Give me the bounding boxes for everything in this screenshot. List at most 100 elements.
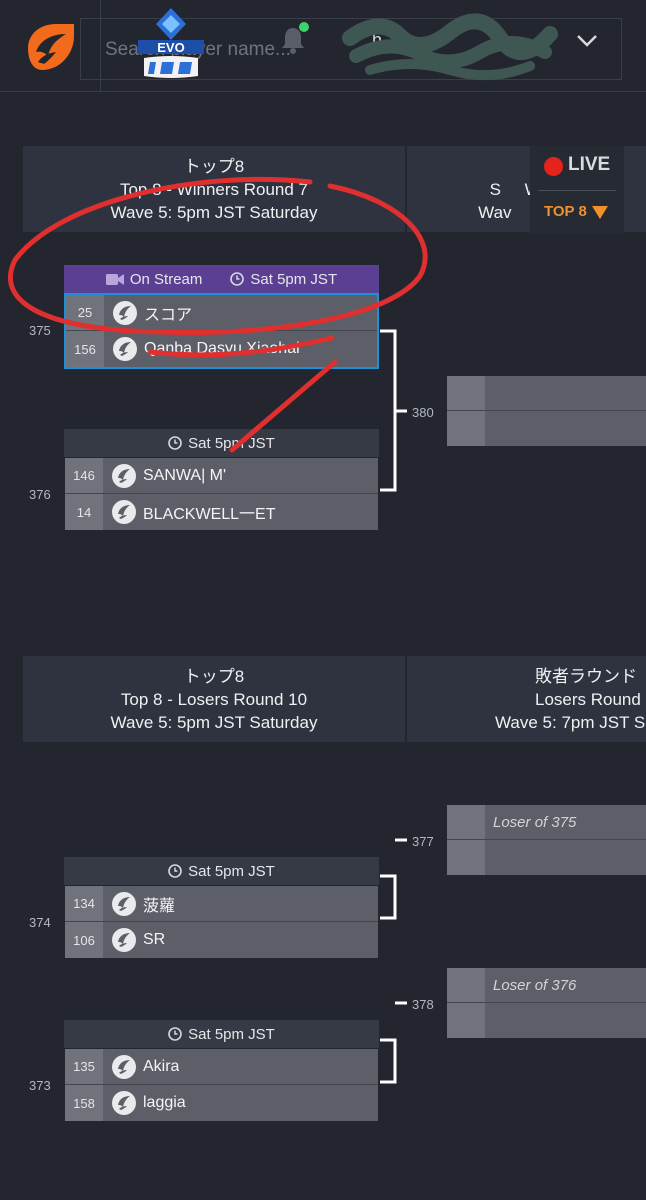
round-header-title: Top 8 - Losers Round 10 [120, 690, 308, 709]
round-header-wave: Wave 5: 5pm JST Saturday [110, 203, 318, 222]
next-slot[interactable] [447, 1003, 646, 1038]
match-card[interactable]: Sat 5pm JST 135 Akira 158 laggia [64, 1020, 379, 1122]
match-card[interactable]: Sat 5pm JST 146 SANWA| M' 14 BLACKWELL一E… [64, 429, 379, 531]
set-number: 378 [412, 997, 434, 1012]
next-slot-label: Loser of 376 [493, 976, 577, 994]
player-seed: 134 [65, 886, 103, 921]
player-name: スコア [144, 306, 193, 324]
player-slot[interactable]: 14 BLACKWELL一ET [65, 494, 378, 530]
next-slot[interactable] [447, 376, 646, 411]
player-seed: 14 [65, 494, 103, 530]
player-slot[interactable]: 146 SANWA| M' [65, 458, 378, 494]
next-seed [447, 411, 485, 446]
next-slot-label: Loser of 375 [493, 813, 577, 831]
next-seed [447, 840, 485, 875]
set-number: 374 [29, 915, 51, 930]
svg-text:EVO: EVO [157, 40, 184, 55]
next-seed [447, 1003, 485, 1038]
video-camera-icon [105, 273, 124, 285]
redacted-scribble [342, 13, 558, 81]
set-number: 377 [412, 834, 434, 849]
round-header-jp: 敗者ラウンド [535, 667, 637, 686]
player-slot[interactable]: 106 SR [65, 922, 378, 958]
clock-icon [230, 272, 245, 286]
player-avatar-icon [112, 928, 136, 952]
next-seed [447, 376, 485, 410]
next-slot[interactable]: Loser of 376 [447, 968, 646, 1003]
set-number: 380 [412, 405, 434, 420]
notification-dot [299, 22, 309, 32]
round-header-wave: Wave 5: 5pm JST Saturday [110, 713, 318, 732]
evo-japan-logo-icon[interactable]: EVO [134, 4, 208, 84]
match-slots[interactable]: 146 SANWA| M' 14 BLACKWELL一ET [64, 457, 379, 531]
live-dot-icon [544, 157, 563, 176]
live-badge[interactable]: LIVE TOP 8 [530, 146, 624, 234]
stream-label: On Stream [129, 270, 203, 288]
player-avatar-icon [112, 463, 136, 488]
player-avatar-icon [113, 337, 137, 361]
player-avatar-icon [112, 1091, 136, 1115]
next-seed [447, 968, 485, 1002]
player-seed: 146 [65, 458, 103, 493]
player-seed: 25 [66, 295, 104, 330]
player-name: Akira [143, 1057, 180, 1075]
next-match-card[interactable]: Loser of 375 [447, 805, 646, 875]
round-header-jp: トップ8 [183, 667, 245, 686]
top-bar: EVO h [0, 0, 646, 92]
match-time: Sat 5pm JST [188, 434, 275, 452]
next-slot[interactable] [447, 840, 646, 875]
player-slot[interactable]: 134 菠蘿 [65, 886, 378, 922]
next-match-card[interactable] [447, 376, 646, 446]
clock-icon [168, 1027, 182, 1041]
round-header-losers-next: 敗者ラウンド Losers Round Wave 5: 7pm JST Sa [407, 656, 646, 742]
player-seed: 158 [65, 1085, 103, 1121]
caret-down-icon [592, 206, 608, 219]
live-phase-label: TOP 8 [544, 203, 587, 220]
match-card[interactable]: On Stream Sat 5pm JST 25 スコア 156 Qanba D… [64, 265, 379, 369]
match-slots[interactable]: 25 スコア 156 Qanba Dasyu Xiaohai [64, 293, 379, 369]
round-header-title: Top 8 - Winners Round 7 [119, 180, 309, 199]
player-slot[interactable]: 135 Akira [65, 1049, 378, 1085]
set-number: 376 [29, 487, 51, 502]
match-header: Sat 5pm JST [64, 429, 379, 457]
player-name: Qanba Dasyu Xiaohai [144, 340, 300, 357]
live-divider [538, 190, 616, 191]
player-avatar-icon [112, 500, 136, 524]
header-divider [100, 0, 101, 92]
match-header: On Stream Sat 5pm JST [64, 265, 379, 293]
chevron-down-icon[interactable] [574, 30, 600, 50]
player-name: 菠蘿 [143, 897, 176, 915]
player-name: SANWA| M' [143, 466, 227, 484]
set-number: 373 [29, 1078, 51, 1093]
round-header-winners-7: トップ8 Top 8 - Winners Round 7 Wave 5: 5pm… [23, 146, 405, 232]
round-header-jp: トップ8 [183, 157, 245, 176]
match-time: Sat 5pm JST [188, 1025, 275, 1043]
clock-icon [168, 436, 182, 450]
next-slot[interactable]: Loser of 375 [447, 805, 646, 840]
next-seed [447, 805, 485, 839]
round-header-losers-10: トップ8 Top 8 - Losers Round 10 Wave 5: 5pm… [23, 656, 405, 742]
live-label: LIVE [568, 154, 611, 175]
next-match-card[interactable]: Loser of 376 [447, 968, 646, 1038]
match-time: Sat 5pm JST [188, 862, 275, 880]
player-name: BLACKWELL一ET [143, 506, 276, 523]
next-slot[interactable] [447, 411, 646, 446]
match-slots[interactable]: 134 菠蘿 106 SR [64, 885, 379, 959]
player-slot[interactable]: 158 laggia [65, 1085, 378, 1121]
player-slot[interactable]: 25 スコア [66, 295, 377, 331]
smashgg-logo-icon[interactable] [22, 22, 78, 72]
round-header-wave: Wave 5: 7pm JST Sa [495, 713, 646, 732]
match-header: Sat 5pm JST [64, 857, 379, 885]
match-header: Sat 5pm JST [64, 1020, 379, 1048]
match-card[interactable]: Sat 5pm JST 134 菠蘿 106 SR [64, 857, 379, 959]
match-slots[interactable]: 135 Akira 158 laggia [64, 1048, 379, 1122]
player-seed: 106 [65, 922, 103, 958]
set-number: 375 [29, 323, 51, 338]
player-slot[interactable]: 156 Qanba Dasyu Xiaohai [66, 331, 377, 367]
clock-icon [168, 864, 182, 878]
player-avatar-icon [112, 1054, 136, 1079]
player-seed: 156 [66, 331, 104, 367]
player-name: laggia [143, 1094, 186, 1111]
player-seed: 135 [65, 1049, 103, 1084]
match-time: Sat 5pm JST [250, 270, 338, 288]
